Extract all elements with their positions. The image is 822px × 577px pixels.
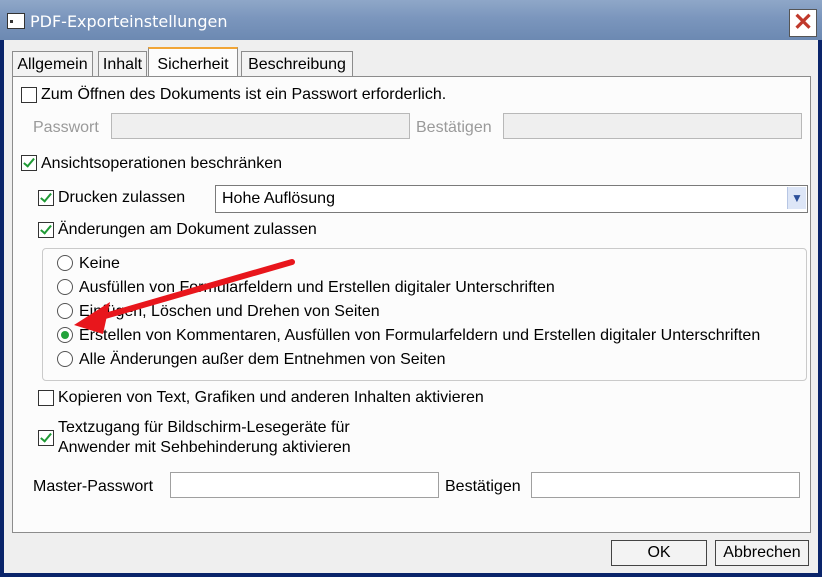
annotation-arrow-icon (74, 259, 295, 334)
dialog-window: PDF-Exporteinstellungen ✕ Allgemein Inha… (0, 0, 822, 577)
